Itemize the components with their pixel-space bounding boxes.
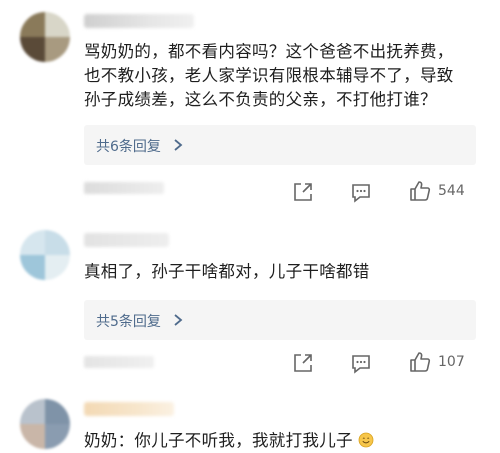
username[interactable] xyxy=(84,14,194,28)
comment-text: 真相了，孙子干啥都对，儿子干啥都错 xyxy=(84,260,484,284)
comment-text-line: 骂奶奶的，都不看内容吗？这个爸爸不出抚养费， xyxy=(84,42,454,61)
like-count: 544 xyxy=(438,183,465,199)
replies-link[interactable]: 共6条回复 xyxy=(96,136,161,156)
comment-actions: 107 xyxy=(280,349,500,377)
comment-icon[interactable] xyxy=(350,181,372,203)
username[interactable] xyxy=(84,402,174,416)
share-icon[interactable] xyxy=(292,352,314,374)
like-count: 107 xyxy=(438,354,465,370)
replies-link[interactable]: 共5条回复 xyxy=(96,311,161,331)
comment-text-line: 奶奶：你儿子不听我，我就打我儿子 xyxy=(84,431,353,450)
comment-item: 奶奶：你儿子不听我，我就打我儿子 xyxy=(0,385,500,452)
username[interactable] xyxy=(84,233,169,247)
chevron-right-icon xyxy=(174,139,183,151)
comment-meta xyxy=(84,356,154,368)
comment-text-line: 真相了，孙子干啥都对，儿子干啥都错 xyxy=(84,262,370,281)
avatar[interactable] xyxy=(20,12,70,62)
thumbs-up-icon[interactable] xyxy=(408,179,432,203)
comment-text: 骂奶奶的，都不看内容吗？这个爸爸不出抚养费， 也不教小孩，老人家学识有限根本辅导… xyxy=(84,40,484,112)
comment-meta xyxy=(84,182,164,194)
replies-box[interactable]: 共6条回复 xyxy=(84,125,476,165)
smile-emoji-icon xyxy=(358,432,374,448)
comment-item: 真相了，孙子干啥都对，儿子干啥都错 共5条回复 107 xyxy=(0,215,500,385)
comment-item: 骂奶奶的，都不看内容吗？这个爸爸不出抚养费， 也不教小孩，老人家学识有限根本辅导… xyxy=(0,0,500,215)
replies-box[interactable]: 共5条回复 xyxy=(84,300,476,340)
comment-actions: 544 xyxy=(280,178,500,206)
avatar[interactable] xyxy=(20,230,70,280)
chevron-right-icon xyxy=(174,314,183,326)
comment-icon[interactable] xyxy=(350,352,372,374)
share-icon[interactable] xyxy=(292,181,314,203)
comment-text-line: 孙子成绩差，这么不负责的父亲，不打他打谁？ xyxy=(84,90,437,109)
comment-text-line: 也不教小孩，老人家学识有限根本辅导不了，导致 xyxy=(84,66,454,85)
avatar[interactable] xyxy=(20,399,70,449)
comment-text: 奶奶：你儿子不听我，我就打我儿子 xyxy=(84,429,484,453)
thumbs-up-icon[interactable] xyxy=(408,350,432,374)
